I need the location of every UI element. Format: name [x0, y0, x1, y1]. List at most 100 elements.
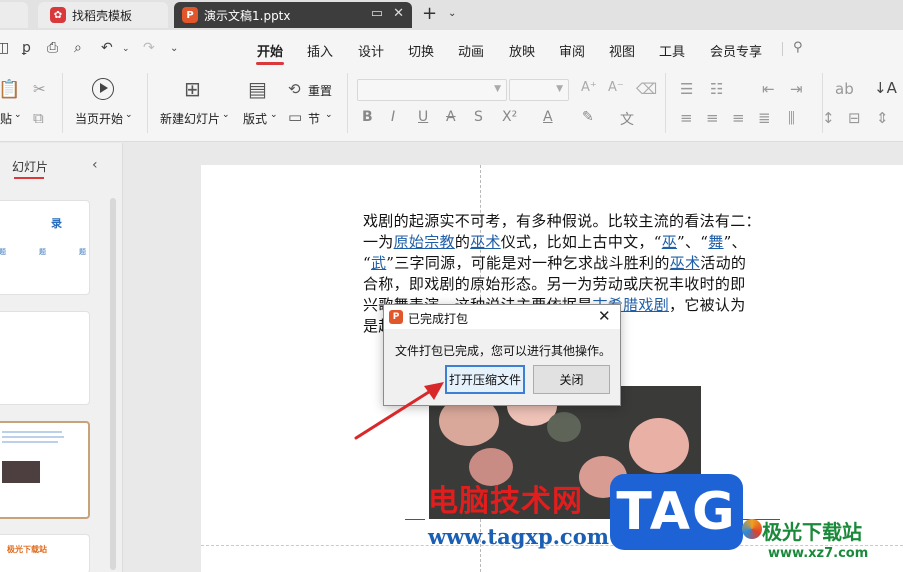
italic-icon[interactable]: I	[391, 109, 395, 125]
numbered-list-icon[interactable]: ☷	[710, 80, 723, 98]
play-from-current-icon[interactable]	[92, 78, 114, 100]
justify-icon[interactable]: ≣	[758, 109, 771, 127]
hyperlink[interactable]: 巫术	[470, 233, 501, 251]
line-spacing-icon[interactable]: ↕	[822, 109, 835, 127]
slide-thumbnail-2[interactable]	[0, 311, 90, 405]
hyperlink[interactable]: 舞	[708, 233, 723, 251]
menu-design[interactable]: 设计	[358, 41, 384, 60]
copy-icon[interactable]: ⧉	[33, 109, 44, 127]
text-run: 一为	[363, 233, 394, 251]
phonetic-icon[interactable]: 文	[620, 109, 634, 129]
reset-button[interactable]: 重置	[308, 82, 332, 99]
cut-icon[interactable]: ✂	[33, 80, 46, 98]
new-tab-icon[interactable]: +	[422, 3, 437, 24]
menu-insert[interactable]: 插入	[307, 41, 333, 60]
superscript-icon[interactable]: X²	[502, 109, 517, 125]
hyperlink[interactable]: 原始宗教	[394, 233, 455, 251]
menu-slideshow[interactable]: 放映	[509, 41, 535, 60]
collapse-panel-icon[interactable]: ‹	[92, 157, 98, 173]
menu-review[interactable]: 审阅	[559, 41, 585, 60]
open-archive-button[interactable]: 打开压缩文件	[445, 365, 525, 394]
menu-animation[interactable]: 动画	[458, 41, 484, 60]
align-center-icon[interactable]: ≡	[706, 109, 719, 127]
slide-text-line: 合称，即戏剧的原始形态。另一为劳动或庆祝丰收时的即	[363, 274, 803, 295]
section-icon[interactable]: ▭	[288, 108, 302, 126]
print-preview-icon[interactable]: ⌕	[74, 40, 82, 56]
dialog-titlebar[interactable]: P 已完成打包 ✕	[384, 305, 620, 329]
align-left-icon[interactable]: ≡	[680, 109, 693, 127]
tab-home[interactable]	[0, 2, 28, 28]
chevron-down-icon[interactable]: ⌄	[222, 110, 230, 120]
layout-button[interactable]: 版式	[243, 110, 267, 127]
highlight-icon[interactable]: ✎	[582, 109, 594, 125]
chevron-down-icon[interactable]: ⌄	[325, 110, 333, 120]
increase-indent-icon[interactable]: ⇥	[790, 80, 803, 98]
active-menu-indicator	[256, 62, 284, 65]
layout-icon[interactable]: ▤	[248, 77, 267, 101]
chevron-down-icon[interactable]: ⌄	[270, 110, 278, 120]
slide-thumbnail-4[interactable]: 极光下载站	[0, 534, 90, 572]
chevron-down-icon[interactable]: ⌄	[448, 8, 456, 19]
tab-find-template[interactable]: ✿ 找稻壳模板	[38, 2, 168, 28]
export-icon[interactable]: ꝑ	[22, 40, 31, 56]
close-button[interactable]: 关闭	[533, 365, 610, 394]
distribute-icon[interactable]: ⫼	[788, 109, 795, 127]
menu-tools[interactable]: 工具	[659, 41, 685, 60]
columns-icon[interactable]: ⊟	[848, 109, 861, 127]
menu-view[interactable]: 视图	[609, 41, 635, 60]
ribbon: 📋 贴 ⌄ ✂ ⧉ 当页开始 ⌄ ⊞ 新建幻灯片 ⌄ ▤ 版式 ⌄ ⟲ 重置 ▭…	[0, 67, 903, 142]
font-family-select[interactable]: ▼	[357, 79, 507, 101]
new-slide-icon[interactable]: ⊞	[184, 77, 201, 101]
search-icon[interactable]: ⚲	[793, 40, 803, 55]
bullet-list-icon[interactable]: ☰	[680, 80, 693, 98]
panel-scrollbar[interactable]	[110, 198, 116, 570]
print-icon[interactable]: ⎙	[47, 40, 58, 56]
chevron-down-icon[interactable]: ⌄	[125, 110, 133, 120]
sort-icon[interactable]: ↓A	[874, 79, 897, 97]
watermark-jiguang-url: www.xz7.com	[768, 546, 869, 561]
new-slide-button[interactable]: 新建幻灯片	[160, 110, 220, 127]
strikethrough-icon[interactable]: A	[446, 109, 456, 125]
hyperlink[interactable]: 武	[371, 254, 386, 272]
menu-start[interactable]: 开始	[257, 41, 283, 60]
close-tab-icon[interactable]: ✕	[393, 6, 404, 21]
font-size-select[interactable]: ▼	[509, 79, 569, 101]
decrease-font-icon[interactable]: A⁻	[608, 80, 624, 95]
underline-icon[interactable]: U	[418, 109, 428, 125]
play-from-current-button[interactable]: 当页开始	[75, 110, 123, 127]
slide-thumbnail-3[interactable]	[0, 421, 90, 519]
redo-icon[interactable]: ↷	[143, 40, 155, 56]
decrease-indent-icon[interactable]: ⇤	[762, 80, 775, 98]
chevron-down-icon[interactable]: ⌄	[14, 110, 22, 120]
more-chevron-icon[interactable]: ⌄	[170, 43, 178, 54]
monitor-icon[interactable]: ▭	[371, 6, 383, 21]
text-direction-icon[interactable]: ab	[835, 80, 854, 98]
text-run: 活动的	[700, 254, 747, 272]
reset-icon[interactable]: ⟲	[288, 80, 301, 98]
hyperlink[interactable]: 巫术	[670, 254, 701, 272]
paragraph-spacing-icon[interactable]: ⇕	[876, 109, 889, 127]
text-run: ”三字同源，可能是对一种乞求战斗胜利的	[386, 254, 670, 272]
font-color-icon[interactable]: A	[543, 109, 553, 125]
save-icon[interactable]: ◫	[0, 40, 9, 56]
clear-format-icon[interactable]: ⌫	[636, 80, 657, 98]
slide-thumbnail-1[interactable]: 录 题 题 题	[0, 200, 90, 295]
increase-font-icon[interactable]: A⁺	[581, 80, 597, 95]
divider	[405, 519, 425, 520]
chevron-down-icon[interactable]: ⌄	[122, 44, 130, 54]
paste-label[interactable]: 贴	[0, 110, 12, 127]
hyperlink[interactable]: 巫	[662, 233, 677, 251]
align-right-icon[interactable]: ≡	[732, 109, 745, 127]
paste-icon[interactable]: 📋	[0, 79, 20, 100]
slide-text-line: 戏剧的起源实不可考，有多种假说。比较主流的看法有二：	[363, 211, 803, 232]
undo-icon[interactable]: ↶	[101, 40, 113, 56]
thumb-text: 极光下载站	[7, 545, 47, 554]
section-button[interactable]: 节	[308, 110, 320, 127]
bold-icon[interactable]: B	[362, 109, 373, 125]
dialog-close-icon[interactable]: ✕	[598, 307, 611, 325]
tab-document[interactable]: P 演示文稿1.pptx ▭ ✕	[174, 2, 412, 28]
menu-member[interactable]: 会员专享	[710, 41, 762, 60]
shadow-icon[interactable]: S	[474, 109, 483, 125]
slides-panel-title[interactable]: 幻灯片	[12, 158, 48, 175]
menu-transition[interactable]: 切换	[408, 41, 434, 60]
